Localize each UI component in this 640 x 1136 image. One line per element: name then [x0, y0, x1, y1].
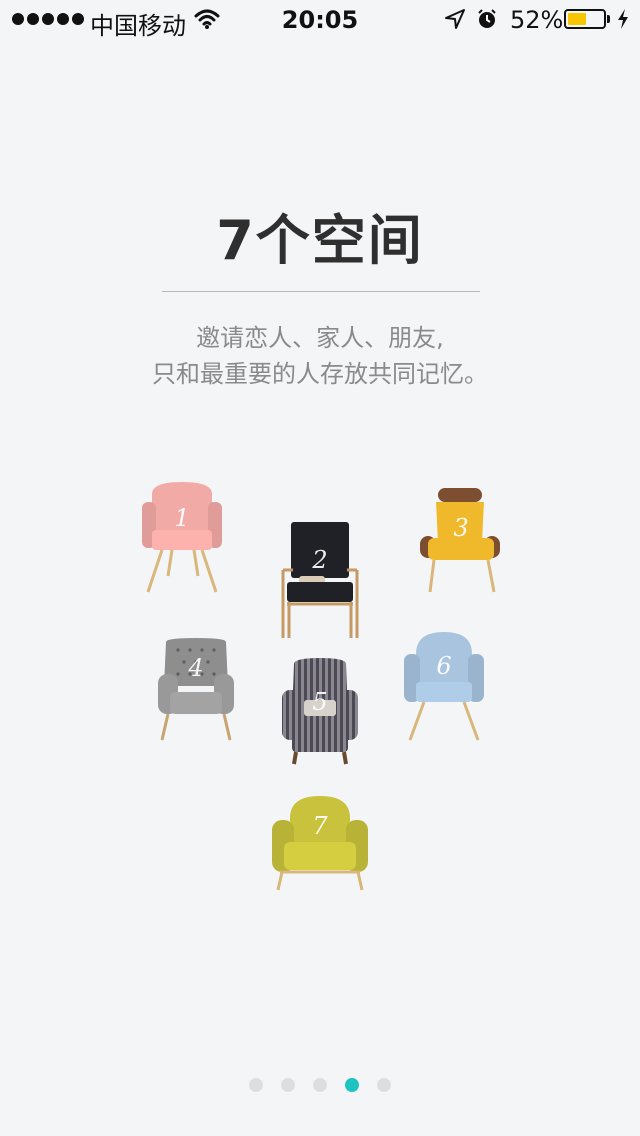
charging-bolt-icon	[616, 8, 630, 34]
page-dot-2[interactable]	[281, 1078, 295, 1092]
chair-label-3: 3	[453, 514, 469, 542]
space-chair-2[interactable]: 2	[281, 520, 359, 640]
chair-label-1: 1	[174, 504, 190, 532]
battery-icon	[564, 9, 606, 29]
armchair-grey-icon	[158, 638, 234, 741]
space-chair-1[interactable]: 1	[138, 480, 226, 595]
page-dot-1[interactable]	[249, 1078, 263, 1092]
space-chair-7[interactable]: 7	[270, 794, 370, 892]
armchair-green-icon	[272, 796, 368, 891]
page-indicator[interactable]	[0, 1078, 640, 1094]
chair-label-7: 7	[312, 812, 328, 840]
battery-percentage: 52%	[510, 6, 564, 34]
page-title: 7个空间	[216, 209, 424, 272]
space-chair-4[interactable]: 4	[156, 636, 236, 742]
page-subtitle: 邀请恋人、家人、朋友, 只和最重要的人存放共同记忆。	[0, 320, 640, 392]
armchair-black-icon	[281, 522, 359, 638]
subtitle-line-2: 只和最重要的人存放共同记忆。	[152, 360, 488, 388]
chair-label-6: 6	[436, 652, 452, 680]
chair-label-4: 4	[188, 654, 204, 682]
chair-label-5: 5	[312, 688, 328, 716]
battery-level-fill	[568, 13, 586, 25]
page-dot-5[interactable]	[377, 1078, 391, 1092]
armchair-pink-icon	[142, 482, 222, 593]
alarm-clock-icon	[476, 8, 498, 34]
status-bar: 中国移动 20:05 52%	[0, 0, 640, 40]
space-chair-3[interactable]: 3	[418, 486, 504, 594]
armchair-blue-icon	[404, 632, 484, 741]
page-dot-3[interactable]	[313, 1078, 327, 1092]
title-divider	[162, 291, 480, 292]
chair-label-2: 2	[312, 546, 328, 574]
page-dot-4[interactable]	[345, 1078, 359, 1092]
battery-tip	[607, 15, 610, 23]
space-chair-6[interactable]: 6	[402, 630, 486, 744]
location-arrow-icon	[444, 8, 466, 34]
space-chair-5[interactable]: 5	[280, 656, 360, 766]
subtitle-line-1: 邀请恋人、家人、朋友,	[196, 324, 444, 352]
